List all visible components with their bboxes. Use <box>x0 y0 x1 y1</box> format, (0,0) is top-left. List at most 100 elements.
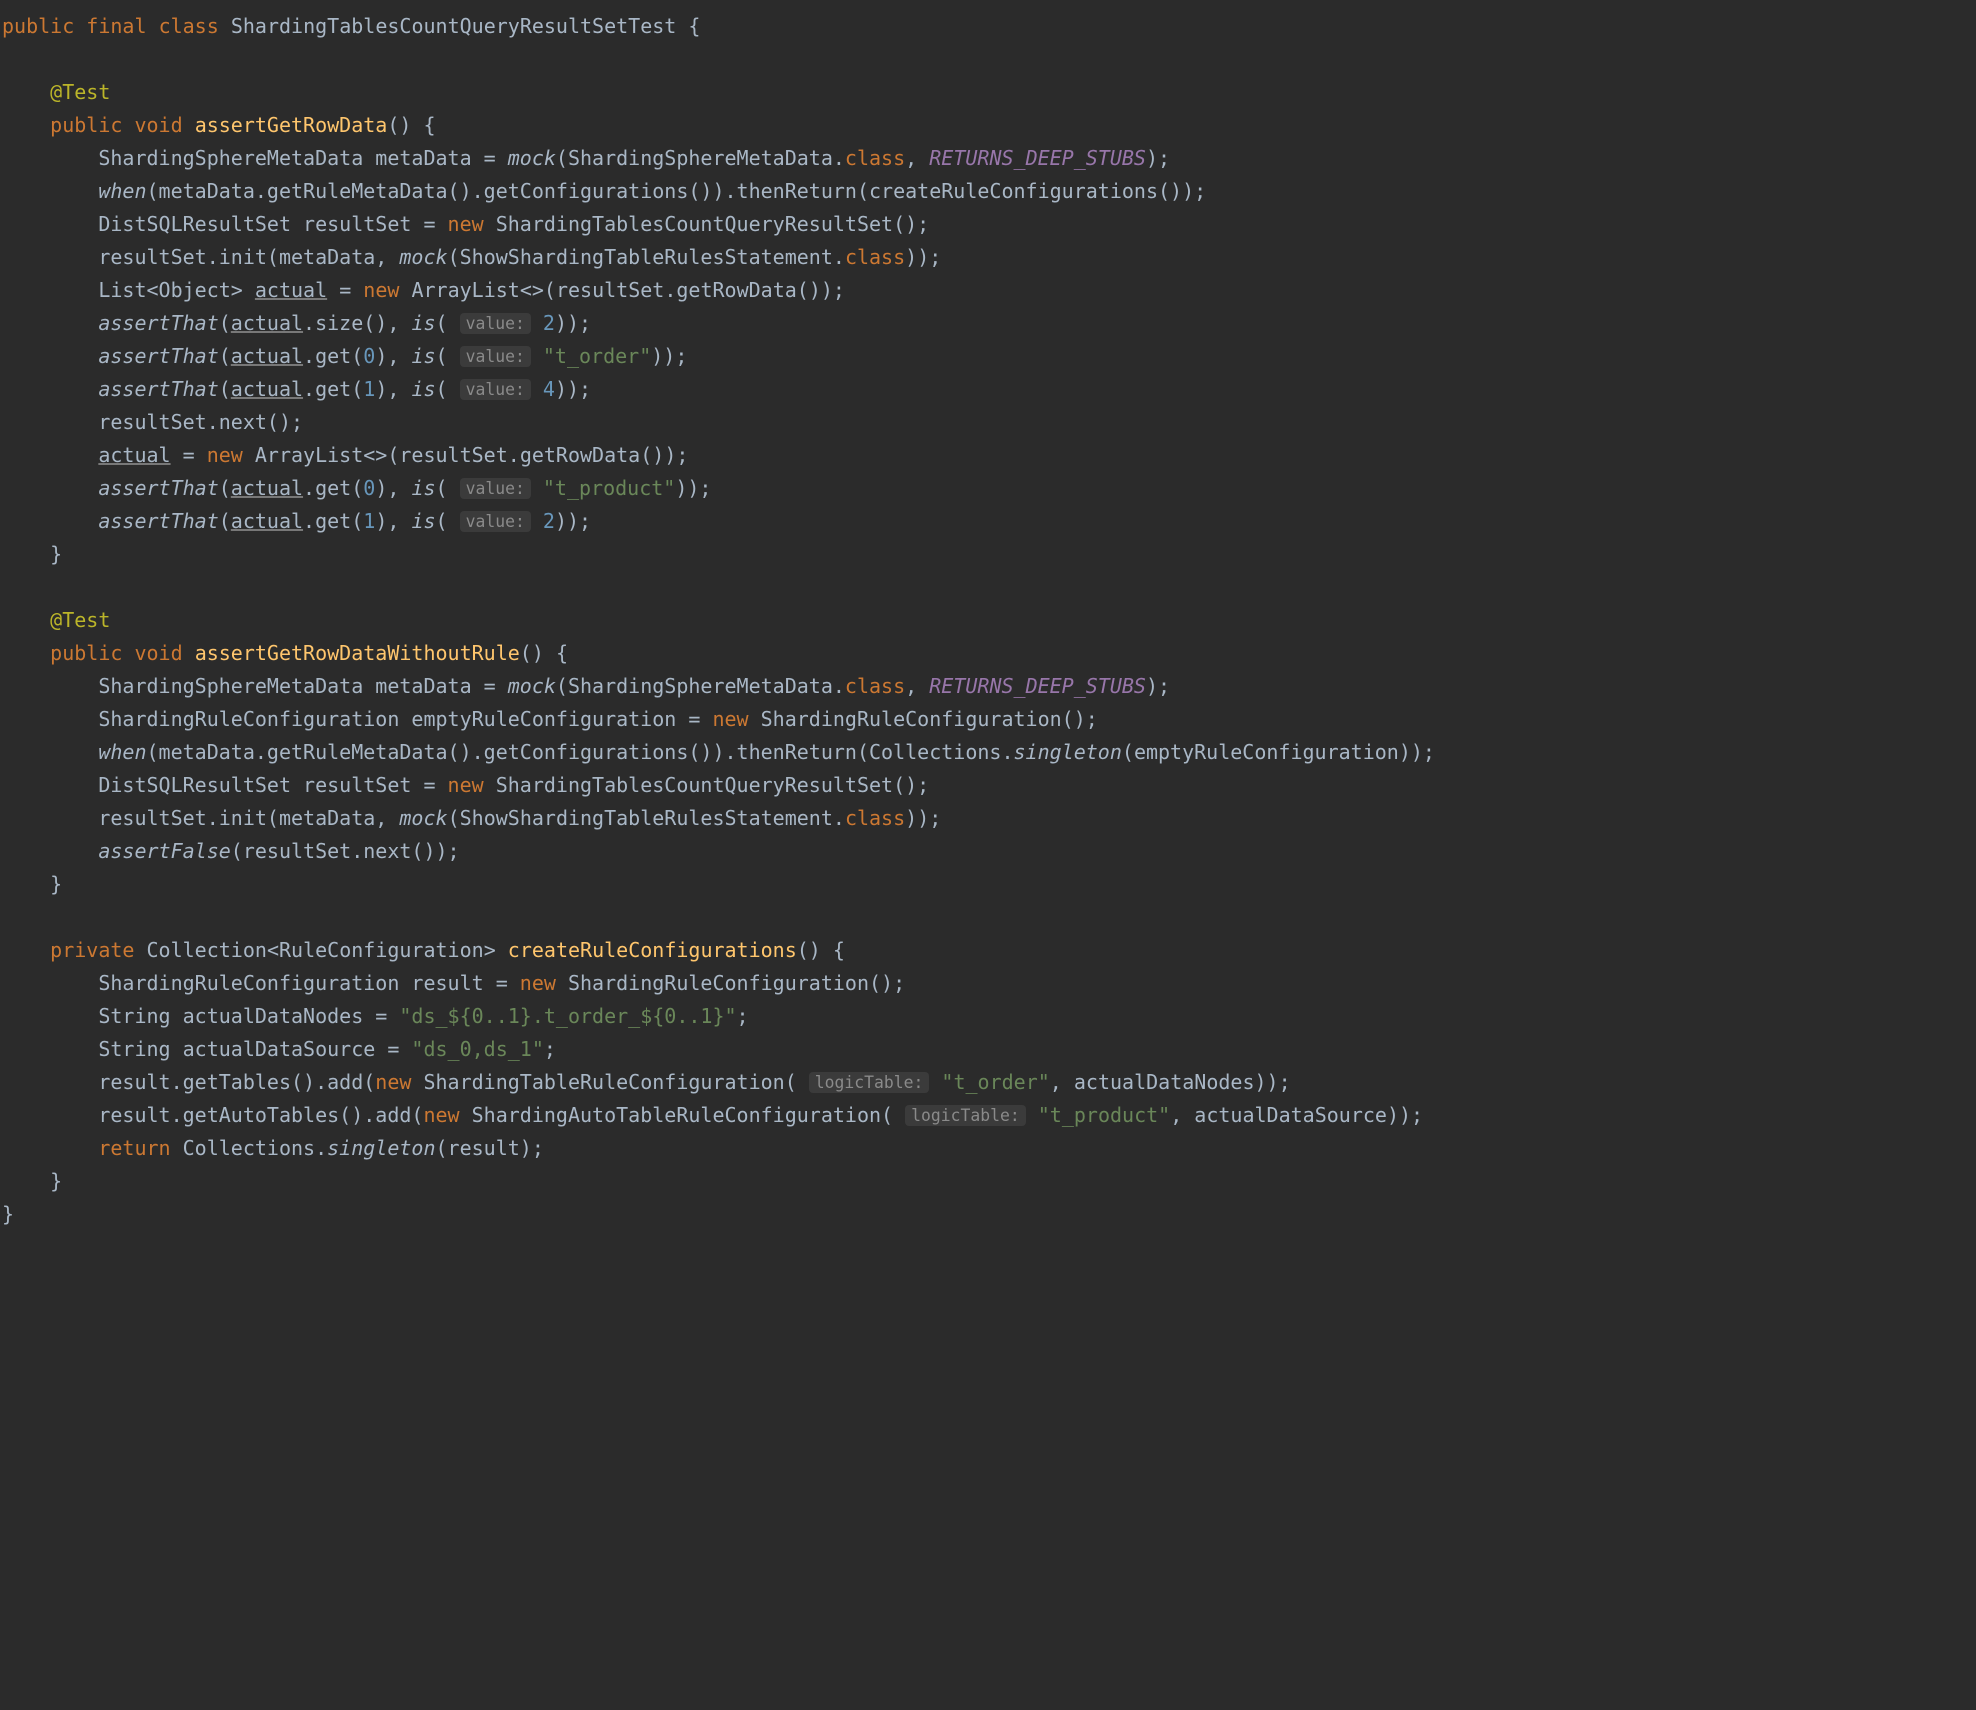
keyword-public: public <box>50 113 122 137</box>
var: actual <box>231 509 303 533</box>
call-mock: mock <box>508 674 556 698</box>
call-is: is <box>411 509 435 533</box>
keyword-new: new <box>423 1103 459 1127</box>
call-assert: assertThat <box>98 476 218 500</box>
var: resultSet <box>303 212 411 236</box>
var: resultSet <box>98 245 206 269</box>
call-is: is <box>411 344 435 368</box>
code-line: DistSQLResultSet resultSet = new Shardin… <box>2 212 929 236</box>
number: 2 <box>543 509 555 533</box>
keyword-class: class <box>845 806 905 830</box>
call-is: is <box>411 377 435 401</box>
keyword-new: new <box>712 707 748 731</box>
type: String <box>98 1037 170 1061</box>
code-line: public final class ShardingTablesCountQu… <box>2 14 700 38</box>
call: getConfigurations <box>484 740 689 764</box>
code-line: String actualDataSource = "ds_0,ds_1"; <box>2 1037 556 1061</box>
call: next <box>219 410 267 434</box>
code-line: List<Object> actual = new ArrayList<>(re… <box>2 278 845 302</box>
code-editor[interactable]: public final class ShardingTablesCountQu… <box>0 0 1976 1251</box>
type: Collections <box>183 1136 315 1160</box>
call-assert: assertThat <box>98 344 218 368</box>
const: RETURNS_DEEP_STUBS <box>929 674 1146 698</box>
var: resultSet <box>556 278 664 302</box>
var: actual <box>255 278 327 302</box>
call: add <box>375 1103 411 1127</box>
keyword-void: void <box>134 641 182 665</box>
call: getRowData <box>520 443 640 467</box>
string: "t_product" <box>543 476 675 500</box>
arg: metaData <box>279 245 375 269</box>
call: size <box>315 311 363 335</box>
keyword-class: class <box>159 14 219 38</box>
call: next <box>363 839 411 863</box>
type: Collections <box>869 740 1001 764</box>
keyword-class: class <box>845 674 905 698</box>
ctor: ShardingRuleConfiguration <box>761 707 1062 731</box>
type: Collection <box>147 938 267 962</box>
code-line: assertThat(actual.get(1), is( value: 4))… <box>2 377 591 401</box>
call-mock: mock <box>399 245 447 269</box>
code-line: private Collection<RuleConfiguration> cr… <box>2 938 845 962</box>
code-line: DistSQLResultSet resultSet = new Shardin… <box>2 773 929 797</box>
number: 4 <box>543 377 555 401</box>
var: actualDataSource <box>183 1037 376 1061</box>
type: ShardingSphereMetaData <box>568 674 833 698</box>
type: DistSQLResultSet <box>98 212 291 236</box>
code-line: return Collections.singleton(result); <box>2 1136 544 1160</box>
param-hint: value: <box>460 346 531 367</box>
code-line: result.getAutoTables().add(new ShardingA… <box>2 1103 1423 1127</box>
type: ShowShardingTableRulesStatement <box>460 806 833 830</box>
call-when: when <box>98 179 146 203</box>
code-line: ShardingRuleConfiguration emptyRuleConfi… <box>2 707 1098 731</box>
number: 0 <box>363 476 375 500</box>
call-assert: assertThat <box>98 377 218 401</box>
call-mock: mock <box>399 806 447 830</box>
var: actual <box>231 476 303 500</box>
code-line: } <box>2 1202 14 1226</box>
keyword-new: new <box>375 1070 411 1094</box>
string: "ds_0,ds_1" <box>411 1037 543 1061</box>
call: singleton <box>1014 740 1122 764</box>
method-name: assertGetRowData <box>195 113 388 137</box>
code-line: public void assertGetRowData() { <box>2 113 436 137</box>
type: List <box>98 278 146 302</box>
var: emptyRuleConfiguration <box>411 707 676 731</box>
call-assert: assertThat <box>98 509 218 533</box>
call: getRuleMetaData <box>267 179 448 203</box>
call: getRowData <box>676 278 796 302</box>
const: RETURNS_DEEP_STUBS <box>929 146 1146 170</box>
number: 1 <box>363 377 375 401</box>
keyword-class: class <box>845 146 905 170</box>
number: 2 <box>543 311 555 335</box>
arg: metaData <box>279 806 375 830</box>
var: actual <box>231 377 303 401</box>
var: metaData <box>375 146 471 170</box>
ctor: ShardingTablesCountQueryResultSet <box>496 212 893 236</box>
code-line: result.getTables().add(new ShardingTable… <box>2 1070 1291 1094</box>
code-line: assertThat(actual.size(), is( value: 2))… <box>2 311 591 335</box>
var: metaData <box>159 179 255 203</box>
call: init <box>219 806 267 830</box>
var: result <box>411 971 483 995</box>
code-line: actual = new ArrayList<>(resultSet.getRo… <box>2 443 688 467</box>
var: resultSet <box>303 773 411 797</box>
code-line: ShardingSphereMetaData metaData = mock(S… <box>2 674 1170 698</box>
call: getConfigurations <box>484 179 689 203</box>
type: RuleConfiguration <box>279 938 484 962</box>
call: getAutoTables <box>183 1103 340 1127</box>
var: actual <box>98 443 170 467</box>
code-line: } <box>2 542 62 566</box>
type: ShardingSphereMetaData <box>98 674 363 698</box>
code-line: assertThat(actual.get(1), is( value: 2))… <box>2 509 591 533</box>
string: "t_order" <box>941 1070 1049 1094</box>
call-when: when <box>98 740 146 764</box>
method-name: assertGetRowDataWithoutRule <box>195 641 520 665</box>
type: ShardingRuleConfiguration <box>98 971 399 995</box>
var: actual <box>231 344 303 368</box>
var: metaData <box>375 674 471 698</box>
var: resultSet <box>399 443 507 467</box>
keyword-class: class <box>845 245 905 269</box>
var: resultSet <box>98 410 206 434</box>
call: singleton <box>327 1136 435 1160</box>
